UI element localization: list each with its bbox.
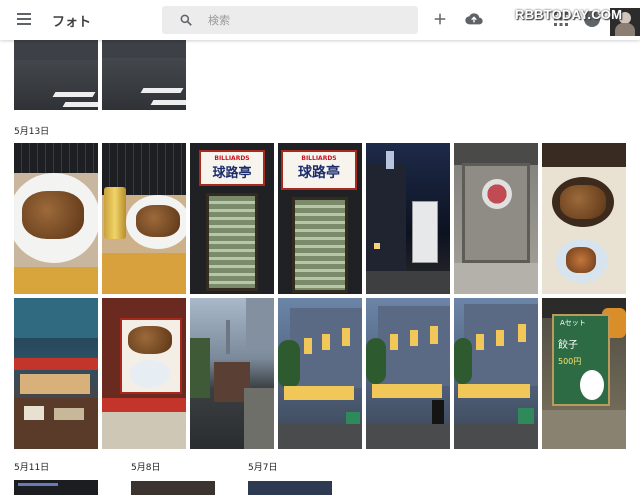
photo-billiards-stairs-1[interactable]: BILLIARDS 球路亭 bbox=[190, 143, 274, 294]
photo-partial-2[interactable] bbox=[131, 481, 215, 495]
date-label: 5月8日 bbox=[131, 463, 161, 473]
photo-street-1[interactable] bbox=[14, 40, 98, 110]
search-box[interactable] bbox=[162, 6, 418, 34]
photo-building-dusk-1[interactable] bbox=[278, 298, 362, 449]
date-label: 5月11日 bbox=[14, 463, 50, 473]
board-line-1: Aセット bbox=[560, 319, 586, 327]
photo-food-plate[interactable] bbox=[14, 143, 98, 294]
app-title: フォト bbox=[52, 15, 92, 30]
board-price: 500円 bbox=[558, 357, 582, 366]
photo-street-2[interactable] bbox=[102, 40, 186, 110]
photo-menu-poster[interactable] bbox=[542, 143, 626, 294]
date-label: 5月13日 bbox=[14, 127, 50, 137]
photo-night-street[interactable] bbox=[366, 143, 450, 294]
sign-text: BILLIARDS bbox=[301, 155, 337, 162]
photo-partial-3[interactable] bbox=[248, 481, 332, 495]
search-input[interactable] bbox=[208, 11, 408, 29]
photo-food-beer[interactable] bbox=[102, 143, 186, 294]
photo-gyoza-board[interactable]: Aセット 餃子 500円 bbox=[542, 298, 626, 449]
cloud-upload-icon[interactable] bbox=[464, 11, 484, 27]
photo-building-dusk-3[interactable] bbox=[454, 298, 538, 449]
photo-billiards-stairs-2[interactable]: BILLIARDS 球路亭 bbox=[278, 143, 362, 294]
sign-kanji: 球路亭 bbox=[298, 165, 340, 181]
sign-text: BILLIARDS bbox=[214, 155, 250, 162]
add-icon[interactable] bbox=[432, 11, 448, 27]
photo-partial-1[interactable] bbox=[14, 480, 98, 495]
photo-building-dusk-2[interactable] bbox=[366, 298, 450, 449]
sign-kanji: 球路亭 bbox=[212, 166, 252, 181]
search-icon[interactable] bbox=[179, 13, 193, 27]
date-label: 5月7日 bbox=[248, 463, 278, 473]
board-line-2: 餃子 bbox=[558, 340, 578, 351]
photo-canal[interactable] bbox=[190, 298, 274, 449]
photo-concrete-disc[interactable] bbox=[454, 143, 538, 294]
photo-shop-front[interactable] bbox=[14, 298, 98, 449]
photo-menu-sign[interactable] bbox=[102, 298, 186, 449]
watermark: RBBTODAY.COM bbox=[515, 7, 623, 22]
menu-icon[interactable] bbox=[17, 13, 31, 25]
